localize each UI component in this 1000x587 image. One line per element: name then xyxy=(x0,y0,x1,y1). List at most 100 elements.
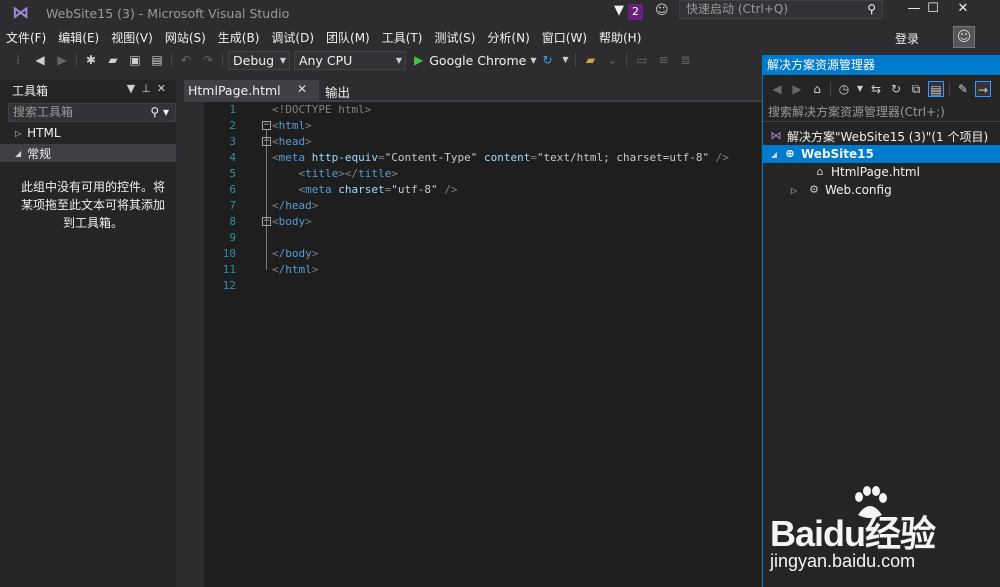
tree-project-node[interactable]: ◢ ⊕ WebSite15 xyxy=(763,145,1000,163)
editor-margin xyxy=(184,102,204,587)
back-icon[interactable]: ◀ xyxy=(769,81,785,97)
open-file-icon[interactable]: ▰ xyxy=(105,52,121,68)
tree-file-htmlpage[interactable]: ⌂ HtmlPage.html xyxy=(763,163,1000,181)
login-link[interactable]: 登录 xyxy=(895,30,919,47)
line-number: 11 xyxy=(222,263,236,276)
toolbox-search-input[interactable]: 搜索工具箱 ⚲ ▾ xyxy=(8,103,176,122)
close-window-button[interactable]: ✕ xyxy=(946,0,980,20)
meta-tag: meta xyxy=(278,151,306,164)
notification-badge[interactable]: 2 xyxy=(628,4,643,20)
baidu-watermark: Baidu经验 jingyan.baidu.com xyxy=(770,485,1000,585)
close-icon[interactable]: ✕ xyxy=(157,82,172,95)
save-icon[interactable]: ▣ xyxy=(127,52,143,68)
toolbox-panel: 工具箱 ▼⊥✕ 搜索工具箱 ⚲ ▾ ▷ HTML ◢ 常规 此组中没有可用的控件… xyxy=(0,80,176,587)
collapse-toggle[interactable]: − xyxy=(262,121,271,130)
tree-solution-node[interactable]: ⋈ 解决方案"WebSite15 (3)"(1 个项目) xyxy=(763,127,1000,145)
collapse-arrow-icon[interactable]: ◢ xyxy=(769,150,779,159)
forward-icon[interactable]: ▶ xyxy=(54,52,70,68)
undo-icon[interactable]: ↶ xyxy=(178,52,194,68)
tree-file-webconfig[interactable]: ▷ ⚙ Web.config xyxy=(763,181,1000,199)
expand-arrow-icon[interactable]: ▷ xyxy=(789,186,799,195)
menu-website[interactable]: 网站(S) xyxy=(159,29,212,46)
close-tab-icon[interactable]: ✕ xyxy=(297,82,307,96)
line-number: 7 xyxy=(229,199,236,212)
chevron-down-icon[interactable]: ▼ xyxy=(561,52,569,68)
toolbar-separator xyxy=(575,53,577,67)
toolbar-separator xyxy=(171,53,172,67)
collapse-all-icon[interactable]: ⧉ xyxy=(908,81,924,97)
toolbox-group-label: HTML xyxy=(27,126,61,140)
toolbar-separator xyxy=(626,53,628,67)
find-in-files-icon[interactable]: ▰ xyxy=(582,52,598,68)
pending-changes-filter-icon[interactable]: ◷ xyxy=(836,81,852,97)
menu-window[interactable]: 窗口(W) xyxy=(536,29,593,46)
save-all-icon[interactable]: ▤ xyxy=(149,52,165,68)
html-open-tag: html xyxy=(278,119,306,132)
meta-tag: meta xyxy=(305,183,332,196)
maximize-button[interactable]: ☐ xyxy=(916,0,950,20)
sync-icon[interactable]: ⇆ xyxy=(868,81,884,97)
panel-menu-icon[interactable]: ▼ xyxy=(127,82,141,95)
solution-configuration-select[interactable]: Debug ▼ xyxy=(228,50,290,70)
toolbox-group-general[interactable]: ◢ 常规 xyxy=(0,144,176,162)
show-all-files-icon[interactable]: ▤ xyxy=(928,81,944,97)
toolbox-group-html[interactable]: ▷ HTML xyxy=(0,124,176,142)
menu-file[interactable]: 文件(F) xyxy=(0,29,52,46)
menu-build[interactable]: 生成(B) xyxy=(212,29,266,46)
code-line: 11 </html> xyxy=(204,262,761,278)
refresh-browser-icon[interactable]: ↻ xyxy=(539,52,555,68)
solution-search-input[interactable]: 搜索解决方案资源管理器(Ctrl+;) xyxy=(763,103,1000,122)
forward-icon[interactable]: ▶ xyxy=(789,81,805,97)
collapse-arrow-icon: ◢ xyxy=(15,148,22,158)
notification-filter-icon[interactable]: ▼ xyxy=(614,3,624,18)
redo-icon[interactable]: ↷ xyxy=(200,52,216,68)
head-open-tag: head xyxy=(278,135,306,148)
file-label: HtmlPage.html xyxy=(831,165,920,179)
refresh-icon[interactable]: ↻ xyxy=(888,81,904,97)
preview-selected-icon[interactable]: → xyxy=(975,81,991,97)
html-file-icon: ⌂ xyxy=(816,165,824,178)
solution-label: 解决方案"WebSite15 (3)"(1 个项目) xyxy=(787,129,989,144)
toolbox-header: 工具箱 ▼⊥✕ xyxy=(0,80,176,100)
chevron-down-icon[interactable]: ▼ xyxy=(856,81,864,97)
menu-test[interactable]: 测试(S) xyxy=(428,29,481,46)
toolbar-separator xyxy=(830,82,831,96)
pin-icon[interactable]: ⊥ xyxy=(141,82,157,95)
home-icon[interactable]: ⌂ xyxy=(809,81,825,97)
tab-htmlpage[interactable]: HtmlPage.html ✕ xyxy=(184,80,319,100)
code-line: 6 <meta charset="utf-8" /> xyxy=(204,182,761,198)
menu-view[interactable]: 视图(V) xyxy=(105,29,159,46)
menu-tools[interactable]: 工具(T) xyxy=(376,29,429,46)
line-number: 9 xyxy=(229,231,236,244)
menu-help[interactable]: 帮助(H) xyxy=(593,29,647,46)
menu-analyze[interactable]: 分析(N) xyxy=(481,29,535,46)
collapse-toggle[interactable]: − xyxy=(262,217,271,226)
solution-icon: ⋈ xyxy=(770,129,782,142)
bookmark-icon[interactable]: ▭ xyxy=(633,52,649,68)
start-debugging-button[interactable]: ▶ Google Chrome ▼ xyxy=(414,53,536,68)
feedback-icon[interactable]: ☺ xyxy=(655,3,669,18)
solution-platform-select[interactable]: Any CPU ▼ xyxy=(294,50,406,70)
attr-charset: charset xyxy=(338,183,385,196)
properties-icon[interactable]: ✎ xyxy=(955,81,971,97)
collapse-toggle[interactable]: − xyxy=(262,137,271,146)
grip-icon: ⁞ xyxy=(16,53,20,67)
comment-icon[interactable]: ≡ xyxy=(655,52,671,68)
chevron-down-icon[interactable]: ▼ xyxy=(530,56,536,65)
tab-label: HtmlPage.html xyxy=(188,82,281,98)
code-line: 12 xyxy=(204,278,761,294)
line-number: 4 xyxy=(229,151,236,164)
toolbar-overflow-icon[interactable]: ⌄ xyxy=(604,52,620,68)
user-avatar-icon[interactable]: ☺ xyxy=(953,26,975,48)
uncomment-icon[interactable]: ≣ xyxy=(677,52,693,68)
menu-team[interactable]: 团队(M) xyxy=(320,29,376,46)
menu-edit[interactable]: 编辑(E) xyxy=(52,29,105,46)
back-icon[interactable]: ◀ xyxy=(32,52,48,68)
quick-launch-placeholder: 快速启动 (Ctrl+Q) xyxy=(686,2,789,16)
new-project-icon[interactable]: ✱ xyxy=(83,52,99,68)
menu-debug[interactable]: 调试(D) xyxy=(265,29,320,46)
quick-launch-input[interactable]: 快速启动 (Ctrl+Q) ⚲ xyxy=(679,0,883,19)
body-open-tag: body xyxy=(278,215,306,228)
tab-output[interactable]: 输出 xyxy=(325,82,350,101)
code-editor[interactable]: 1 <!DOCTYPE html> 2 − <html> 3 − <head> … xyxy=(204,102,761,587)
